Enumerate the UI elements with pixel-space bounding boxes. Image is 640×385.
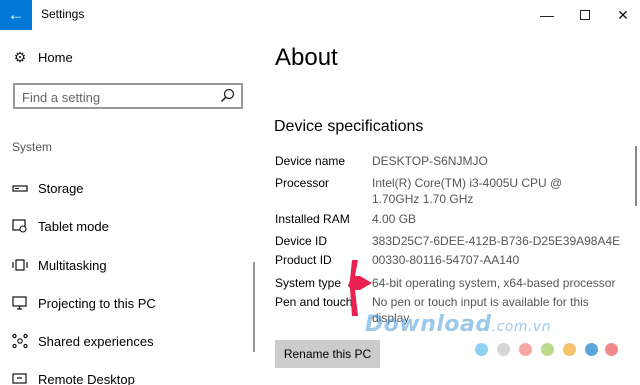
- watermark-dot: [605, 343, 618, 356]
- minimize-icon: —: [540, 7, 554, 23]
- section-title: Device specifications: [274, 118, 424, 135]
- spec-label: Processor: [275, 176, 330, 190]
- spec-label: Device name: [275, 154, 346, 168]
- window-title: Settings: [41, 7, 85, 21]
- spec-value: Intel(R) Core(TM) i3-4005U CPU @ 1.70GHz…: [372, 176, 563, 206]
- tablet-mode-icon: [12, 219, 27, 233]
- search-icon[interactable]: [219, 87, 237, 105]
- storage-icon: [12, 185, 28, 192]
- watermark-dot: [475, 343, 488, 356]
- remote-desktop-icon: [12, 373, 27, 384]
- sidebar-item-label: Remote Desktop: [38, 372, 135, 385]
- watermark-dot: [519, 343, 532, 356]
- title-bar: ← Settings — ✕: [0, 0, 640, 30]
- spec-value: 4.00 GB: [372, 212, 417, 226]
- sidebar: ⚙ Home System Storage Tablet mode Multit…: [0, 30, 255, 385]
- rename-pc-button[interactable]: Rename this PC: [275, 340, 380, 368]
- sidebar-item-label: Storage: [38, 181, 84, 196]
- sidebar-item-shared-experiences[interactable]: Shared experiences: [0, 324, 255, 360]
- watermark-dot: [541, 343, 554, 356]
- maximize-icon: [580, 9, 590, 20]
- watermark-text: Download: [365, 312, 492, 337]
- shared-experiences-icon: [12, 333, 28, 349]
- spec-label: Device ID: [275, 234, 328, 248]
- sidebar-item-label: Home: [38, 50, 73, 65]
- sidebar-item-storage[interactable]: Storage: [0, 171, 255, 207]
- spec-value: 64-bit operating system, x64-based proce…: [372, 276, 616, 290]
- watermark-dot: [497, 343, 510, 356]
- close-icon: ✕: [617, 7, 629, 23]
- annotation-arrow-icon: [348, 260, 372, 316]
- page-title: About: [275, 44, 338, 71]
- sidebar-item-label: Tablet mode: [38, 219, 109, 234]
- sidebar-item-projecting[interactable]: Projecting to this PC: [0, 286, 255, 322]
- watermark-logo: Download.com.vn: [365, 312, 551, 337]
- spec-label: Installed RAM: [275, 212, 350, 226]
- multitasking-icon: [12, 259, 28, 271]
- sidebar-item-label: Multitasking: [38, 258, 107, 273]
- sidebar-item-label: Shared experiences: [38, 334, 154, 349]
- back-arrow-icon: ←: [7, 5, 25, 24]
- sidebar-item-tablet-mode[interactable]: Tablet mode: [0, 209, 255, 245]
- search-input[interactable]: [22, 88, 212, 106]
- spec-value: 00330-80116-54707-AA140: [372, 253, 520, 267]
- projecting-icon: [12, 296, 27, 310]
- sidebar-item-home[interactable]: ⚙ Home: [0, 40, 255, 76]
- sidebar-item-label: Projecting to this PC: [38, 296, 156, 311]
- main-scrollbar[interactable]: [635, 146, 637, 206]
- watermark-dot: [563, 343, 576, 356]
- watermark-dot: [585, 343, 598, 356]
- spec-label: Product ID: [275, 253, 332, 267]
- section-label-system: System: [12, 140, 53, 154]
- watermark-suffix: .com.vn: [491, 319, 552, 335]
- spec-value: DESKTOP-S6NJMJO: [372, 154, 488, 168]
- gear-icon: ⚙: [13, 49, 27, 65]
- close-button[interactable]: ✕: [600, 0, 640, 30]
- spec-value: 383D25C7-6DEE-412B-B736-D25E39A98A4E: [372, 234, 621, 248]
- search-box: [13, 83, 243, 109]
- sidebar-item-remote-desktop[interactable]: Remote Desktop: [0, 362, 255, 385]
- sidebar-item-multitasking[interactable]: Multitasking: [0, 248, 255, 284]
- spec-label: System type: [275, 276, 342, 290]
- back-button[interactable]: ←: [0, 0, 32, 30]
